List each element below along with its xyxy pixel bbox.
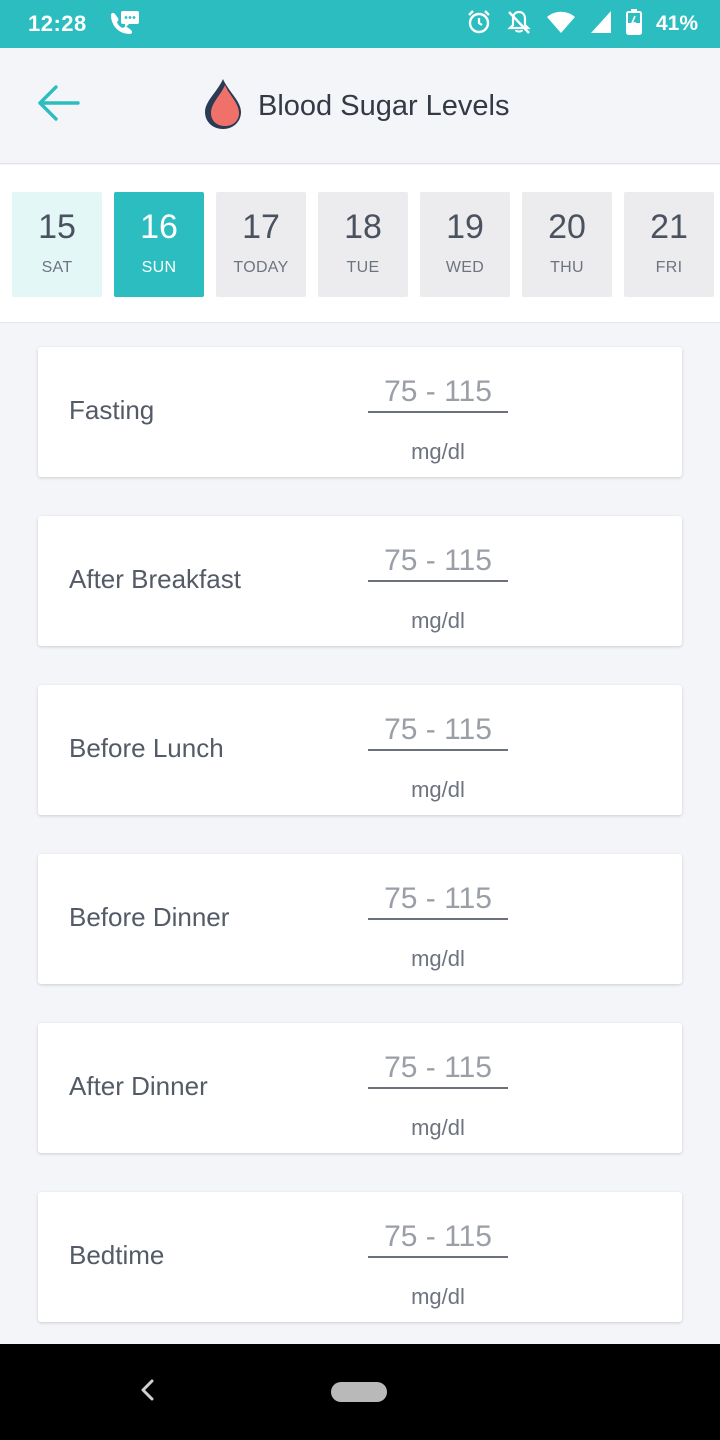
date-day-label: THU [550,259,584,276]
reading-card-after-breakfast: After Breakfast mg/dl [38,516,682,646]
date-item-20[interactable]: 20 THU [522,192,612,297]
reading-card-before-dinner: Before Dinner mg/dl [38,854,682,984]
date-number: 19 [446,208,484,246]
reading-label: Fasting [69,395,155,425]
date-number: 16 [140,208,178,246]
status-icons: 41% [466,8,698,40]
battery-percent: 41% [655,12,698,35]
date-number: 18 [344,208,382,246]
date-number: 21 [650,208,688,246]
system-nav-bar [0,1344,720,1440]
message-icon [107,9,141,39]
status-time: 12:28 [28,11,87,36]
reading-card-before-lunch: Before Lunch mg/dl [38,685,682,815]
reading-card-fasting: Fasting mg/dl [38,347,682,477]
back-button[interactable] [30,80,86,130]
reading-unit: mg/dl [411,608,465,633]
reading-input[interactable] [368,1218,508,1258]
date-strip: 15 SAT 16 SUN 17 TODAY 18 TUE 19 WED 20 … [0,165,720,323]
wifi-icon [546,10,576,39]
reading-label: Bedtime [69,1240,165,1270]
date-day-label: TODAY [233,259,289,276]
reading-input[interactable] [368,880,508,920]
page-title: Blood Sugar Levels [258,89,510,122]
date-day-label: SAT [41,259,73,276]
status-bar: 12:28 41% [0,0,720,48]
reading-label: Before Lunch [69,733,224,763]
reading-card-bedtime: Bedtime mg/dl [38,1192,682,1322]
date-day-label: SUN [141,259,177,276]
date-item-16[interactable]: 16 SUN [114,192,204,297]
reading-label: Before Dinner [69,902,230,932]
date-number: 20 [548,208,586,246]
header-title-group: Blood Sugar Levels [200,76,510,136]
notifications-off-icon [506,9,532,40]
nav-back-button[interactable] [128,1372,168,1412]
arrow-left-icon [36,83,80,128]
reading-input[interactable] [368,1049,508,1089]
date-day-label: FRI [655,259,683,276]
date-item-17[interactable]: 17 TODAY [216,192,306,297]
reading-input[interactable] [368,542,508,582]
date-item-18[interactable]: 18 TUE [318,192,408,297]
signal-icon [590,10,612,39]
reading-unit: mg/dl [411,946,465,971]
app-header: Blood Sugar Levels [0,48,720,164]
alarm-icon [466,9,492,40]
reading-input[interactable] [368,711,508,751]
reading-unit: mg/dl [411,1284,465,1309]
nav-home-pill[interactable] [331,1382,387,1402]
nav-back-icon [138,1378,158,1407]
reading-label: After Breakfast [69,564,241,594]
reading-card-after-dinner: After Dinner mg/dl [38,1023,682,1153]
reading-unit: mg/dl [411,777,465,802]
reading-unit: mg/dl [411,439,465,464]
date-item-15[interactable]: 15 SAT [12,192,102,297]
reading-label: After Dinner [69,1071,208,1101]
blood-drop-icon [200,77,246,136]
date-number: 15 [38,208,76,246]
date-day-label: TUE [346,259,380,276]
reading-input[interactable] [368,373,508,413]
date-day-label: WED [445,259,485,276]
date-number: 17 [242,208,280,246]
date-item-21[interactable]: 21 FRI [624,192,714,297]
battery-icon [625,8,642,40]
date-item-19[interactable]: 19 WED [420,192,510,297]
reading-unit: mg/dl [411,1115,465,1140]
